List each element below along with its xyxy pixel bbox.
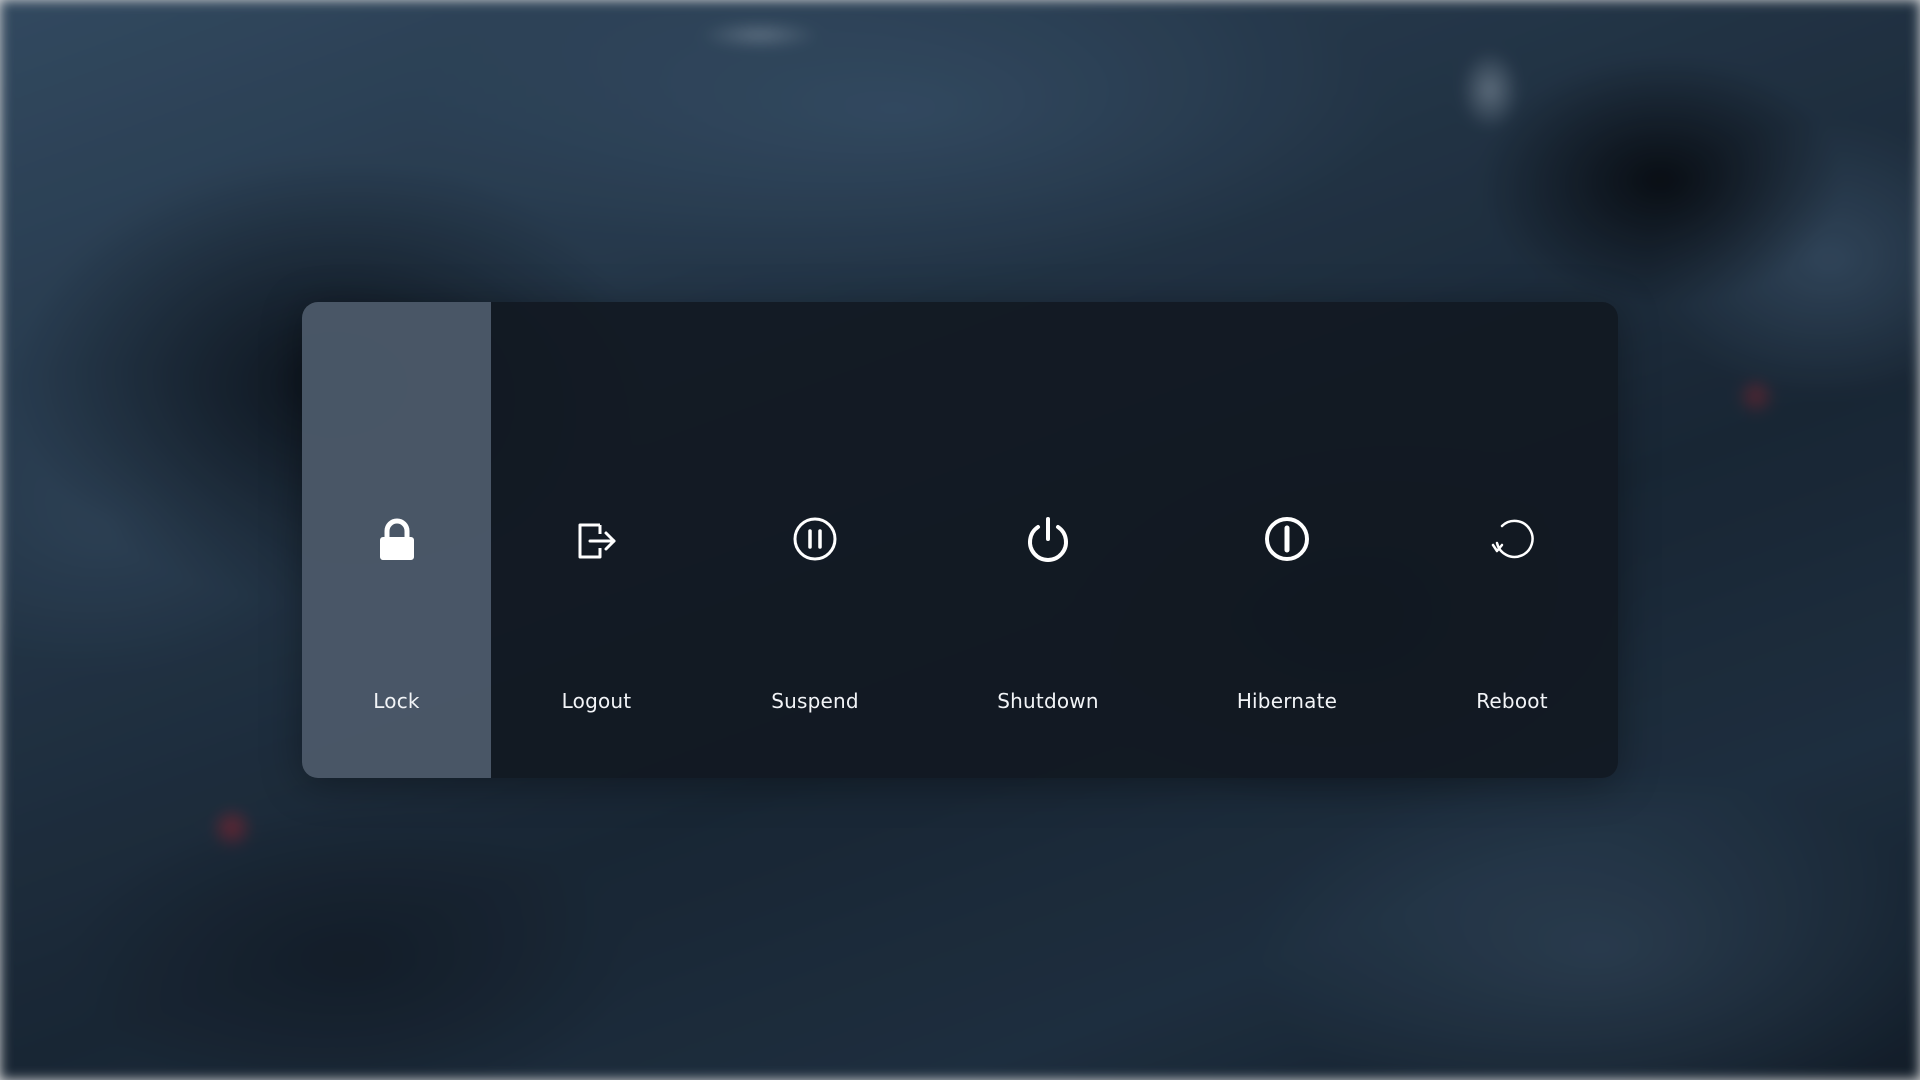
reboot-icon	[1485, 512, 1539, 566]
lock-label: Lock	[373, 689, 420, 713]
hibernate-icon	[1260, 512, 1314, 566]
pause-circle-icon	[788, 512, 842, 566]
suspend-option[interactable]: Suspend	[702, 302, 928, 778]
logout-option[interactable]: Logout	[491, 302, 702, 778]
lock-icon	[370, 512, 424, 566]
lock-option[interactable]: Lock	[302, 302, 491, 778]
hibernate-label: Hibernate	[1236, 689, 1338, 713]
shutdown-option[interactable]: Shutdown	[928, 302, 1168, 778]
suspend-label: Suspend	[771, 689, 859, 713]
hibernate-option[interactable]: Hibernate	[1168, 302, 1406, 778]
reboot-label: Reboot	[1476, 689, 1548, 713]
logout-icon	[570, 512, 624, 566]
power-menu-panel: Lock Logout Suspend Shutdown Hibernate R…	[302, 302, 1618, 778]
shutdown-label: Shutdown	[997, 689, 1099, 713]
power-icon	[1021, 512, 1075, 566]
logout-label: Logout	[561, 689, 632, 713]
reboot-option[interactable]: Reboot	[1406, 302, 1618, 778]
